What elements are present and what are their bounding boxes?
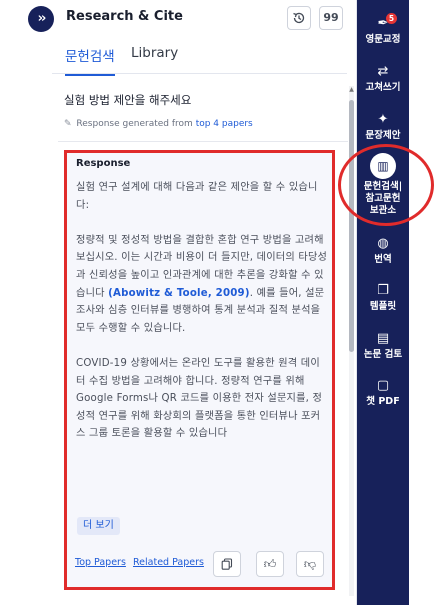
thumbs-down-button[interactable]: 👎︎ <box>296 551 324 577</box>
history-button[interactable] <box>287 6 311 30</box>
history-icon <box>293 12 305 24</box>
copy-icon <box>221 558 233 570</box>
rewrite-icon: ⇄ <box>377 64 389 79</box>
chat-icon: ▢ <box>376 378 390 393</box>
response-paragraph: COVID-19 상황에서는 온라인 도구를 활용한 원격 데이터 수집 방법을… <box>76 357 323 440</box>
sidebar-item-label: 논문 검토 <box>363 349 403 360</box>
template-icon: ❐ <box>377 283 389 298</box>
response-title: Response <box>76 158 131 169</box>
scrollbar-thumb[interactable] <box>349 100 354 352</box>
response-paragraph: 정량적 및 정성적 방법을 결합한 혼합 연구 방법을 고려해 보십시오. 이는… <box>76 232 329 338</box>
sidebar-item-chat-pdf[interactable]: ▢ 챗 PDF <box>357 378 409 408</box>
sidebar-item-label: 챗 PDF <box>366 396 400 407</box>
sidebar-item-sentence-suggest[interactable]: ✦ 문장제안 <box>357 112 409 142</box>
related-papers-link[interactable]: Related Papers <box>133 557 204 568</box>
generated-note: ✎ Response generated from top 4 papers <box>64 119 253 129</box>
sidebar-item-label: 템플릿 <box>369 301 397 312</box>
collapse-panel-button[interactable]: ›› <box>28 6 54 32</box>
tab-bar: 문헌검색 Library <box>52 36 347 76</box>
thumbs-down-icon: 👎︎ <box>303 557 317 571</box>
quote-icon: 99 <box>323 11 339 24</box>
sparkle-icon: ✦ <box>377 112 389 127</box>
citation-link[interactable]: (Abowitz & Toole, 2009) <box>108 288 250 299</box>
response-card: Response 실험 연구 설계에 대해 다음과 같은 제안을 할 수 있습니… <box>64 150 335 590</box>
review-icon: ▤ <box>376 331 390 346</box>
sidebar-item-rewrite[interactable]: ⇄ 고쳐쓰기 <box>357 64 409 94</box>
top-papers-link[interactable]: top 4 papers <box>196 119 253 129</box>
sidebar-item-paper-review[interactable]: ▤ 논문 검토 <box>357 331 409 361</box>
magic-wand-icon: ✎ <box>64 119 72 129</box>
sidebar-item-label: 고쳐쓰기 <box>365 82 401 93</box>
tab-literature-search[interactable]: 문헌검색 <box>65 45 115 76</box>
sidebar-item-label: 영문교정 <box>365 34 401 45</box>
generated-prefix: Response generated from <box>76 119 193 129</box>
thumbs-up-button[interactable]: 👍︎ <box>256 551 284 577</box>
copy-button[interactable] <box>213 551 241 577</box>
tool-sidebar: ✒ 5 영문교정 ⇄ 고쳐쓰기 ✦ 문장제안 ▥ 문헌검색| 참고문헌 보관소 … <box>357 0 409 605</box>
search-query: 실험 방법 제안을 해주세요 <box>64 93 192 107</box>
research-panel: ›› Research & Cite 99 문헌검색 Library 실험 방법… <box>0 0 357 605</box>
thumbs-up-icon: 👍︎ <box>263 557 277 571</box>
response-body: 실험 연구 설계에 대해 다음과 같은 제안을 할 수 있습니다: 정량적 및 … <box>76 179 329 461</box>
sidebar-item-proofreading[interactable]: ✒ 5 영문교정 <box>357 13 409 46</box>
divider <box>58 141 348 142</box>
double-chevron-right-icon: ›› <box>37 11 47 26</box>
sidebar-item-template[interactable]: ❐ 템플릿 <box>357 283 409 313</box>
top-papers-footer-link[interactable]: Top Papers <box>75 557 126 568</box>
sidebar-item-label: 문장제안 <box>365 130 401 141</box>
pen-icon: ✒ <box>377 16 389 31</box>
notification-badge: 5 <box>386 13 397 24</box>
sidebar-item-translate[interactable]: ◍ 번역 <box>357 236 409 266</box>
show-more-button[interactable]: 더 보기 <box>77 517 120 535</box>
app-title: Research & Cite <box>66 9 183 24</box>
tab-library[interactable]: Library <box>131 45 178 61</box>
response-paragraph: 실험 연구 설계에 대해 다음과 같은 제안을 할 수 있습니다: <box>76 182 318 211</box>
scroll-up-arrow-icon[interactable]: ▲ <box>348 86 355 93</box>
highlight-circle <box>338 144 434 226</box>
globe-icon: ◍ <box>377 236 389 251</box>
sidebar-item-label: 번역 <box>374 254 392 265</box>
citation-button[interactable]: 99 <box>319 6 343 30</box>
panel-header: ›› Research & Cite 99 <box>0 0 357 36</box>
